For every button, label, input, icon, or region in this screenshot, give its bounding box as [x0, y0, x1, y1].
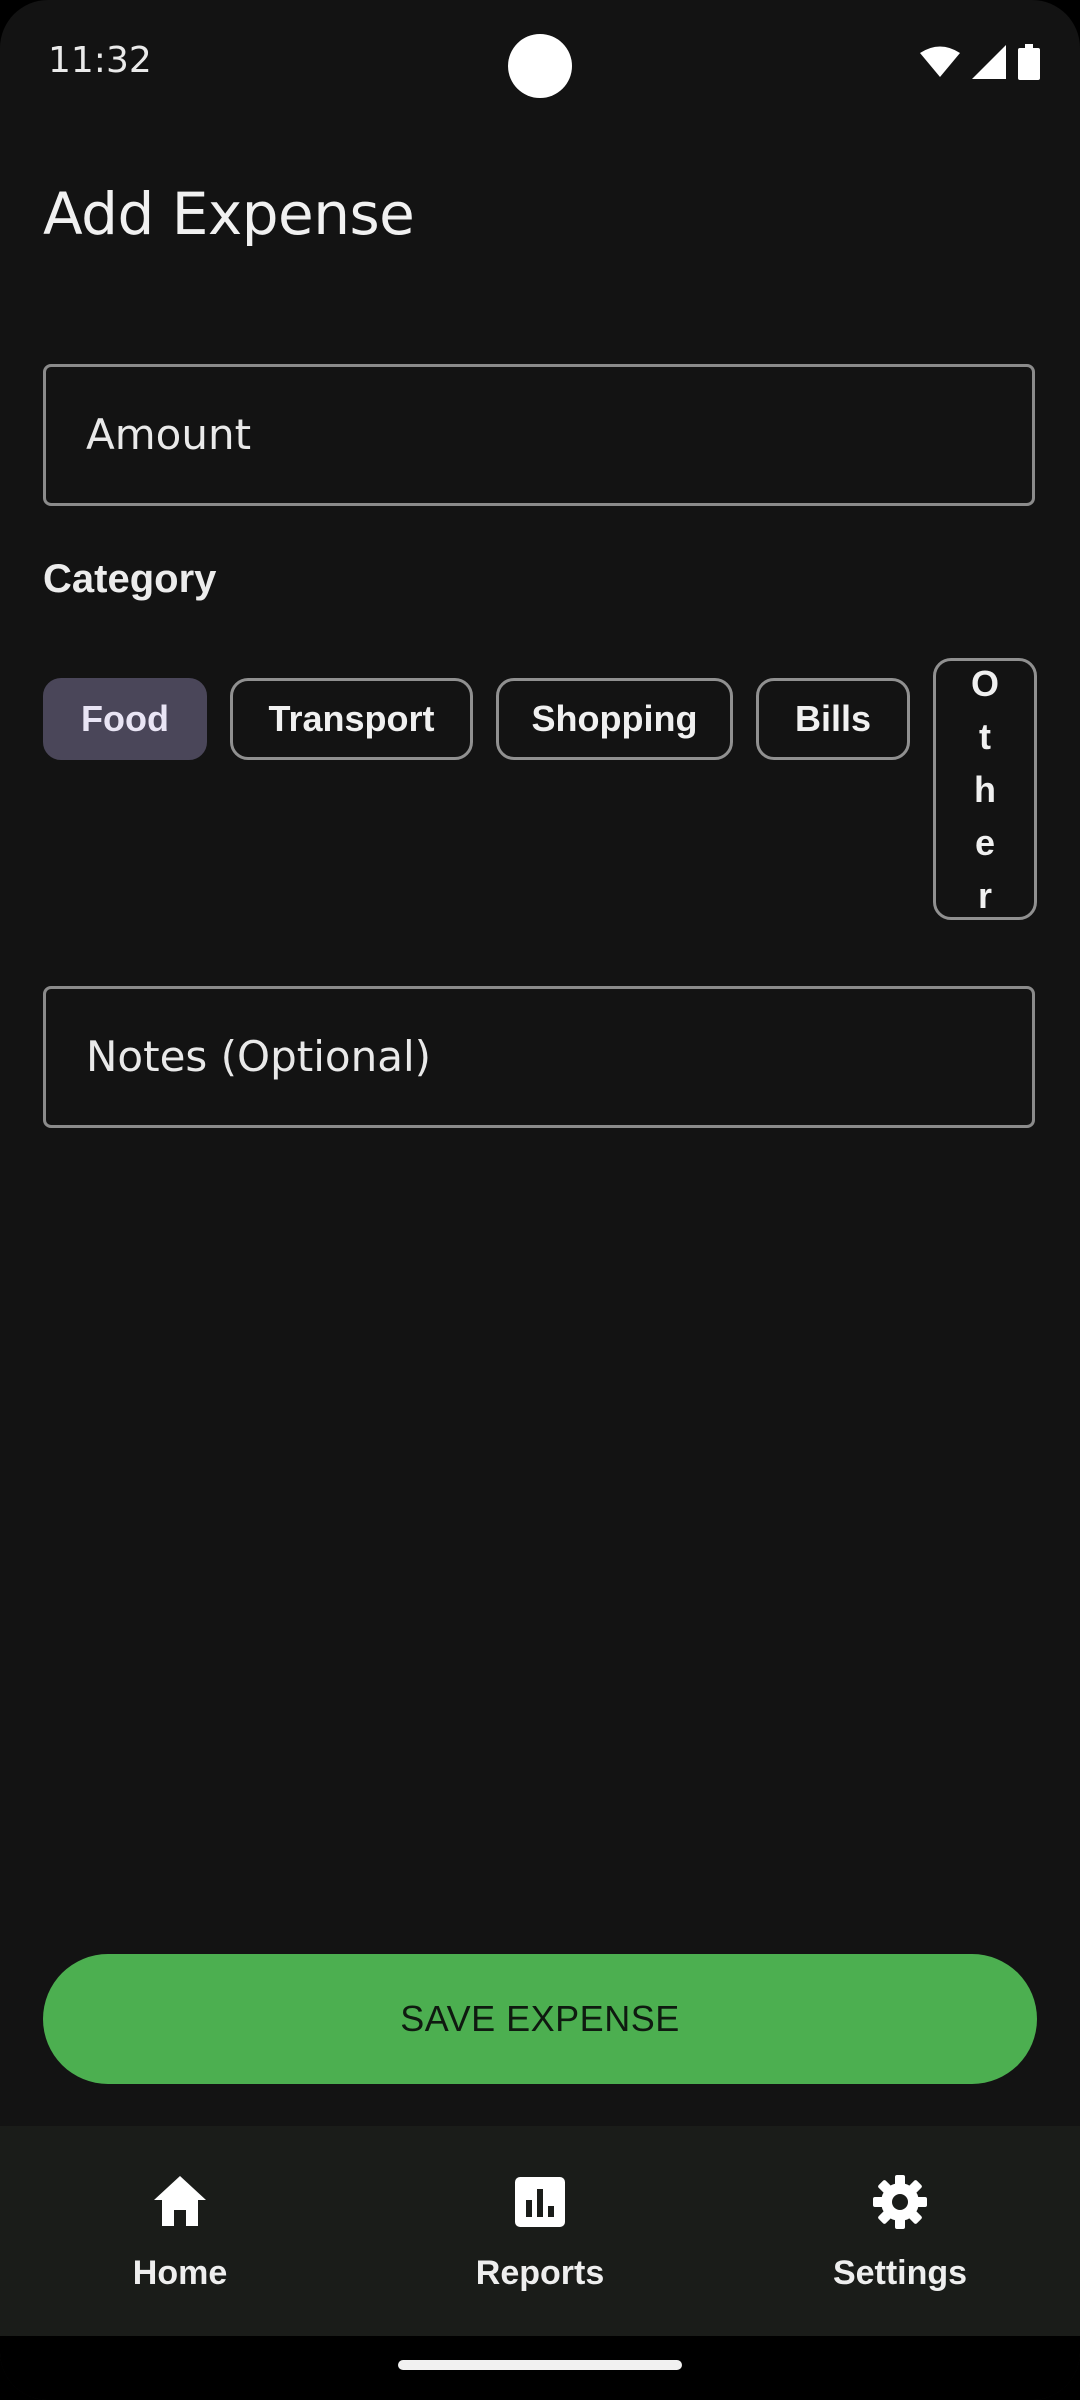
category-chip-other[interactable]: Other — [933, 658, 1037, 920]
category-label: Category — [43, 557, 217, 601]
nav-label-home: Home — [132, 2254, 228, 2292]
gesture-handle[interactable] — [398, 2360, 682, 2370]
category-chip-other-label: Other — [970, 662, 999, 916]
app-screen: 11:32 Add Expense Amount Category Food T… — [0, 0, 1080, 2400]
bottom-navigation: Home Reports Settings — [0, 2126, 1080, 2336]
category-chip-transport[interactable]: Transport — [230, 678, 473, 760]
notes-input[interactable]: Notes (Optional) — [43, 986, 1035, 1128]
gesture-area — [0, 2336, 1080, 2400]
status-bar: 11:32 — [0, 0, 1080, 132]
nav-item-settings[interactable]: Settings — [720, 2126, 1080, 2336]
signal-icon — [972, 45, 1006, 79]
nav-label-settings: Settings — [832, 2254, 968, 2292]
category-chip-food[interactable]: Food — [43, 678, 207, 760]
front-camera — [508, 34, 572, 98]
wifi-icon — [920, 46, 960, 78]
page-title: Add Expense — [43, 180, 415, 248]
status-icons — [920, 44, 1040, 80]
category-chip-bills[interactable]: Bills — [756, 678, 910, 760]
notes-placeholder: Notes (Optional) — [86, 1032, 432, 1081]
battery-icon — [1018, 44, 1040, 80]
nav-label-reports: Reports — [475, 2254, 605, 2292]
gear-icon — [870, 2172, 930, 2232]
save-expense-button[interactable]: SAVE EXPENSE — [43, 1954, 1037, 2084]
amount-input[interactable]: Amount — [43, 364, 1035, 506]
home-icon — [150, 2172, 210, 2232]
status-time: 11:32 — [48, 40, 152, 81]
nav-item-reports[interactable]: Reports — [360, 2126, 720, 2336]
nav-item-home[interactable]: Home — [0, 2126, 360, 2336]
amount-placeholder: Amount — [86, 410, 252, 459]
category-chip-shopping[interactable]: Shopping — [496, 678, 733, 760]
bar-chart-icon — [510, 2172, 570, 2232]
